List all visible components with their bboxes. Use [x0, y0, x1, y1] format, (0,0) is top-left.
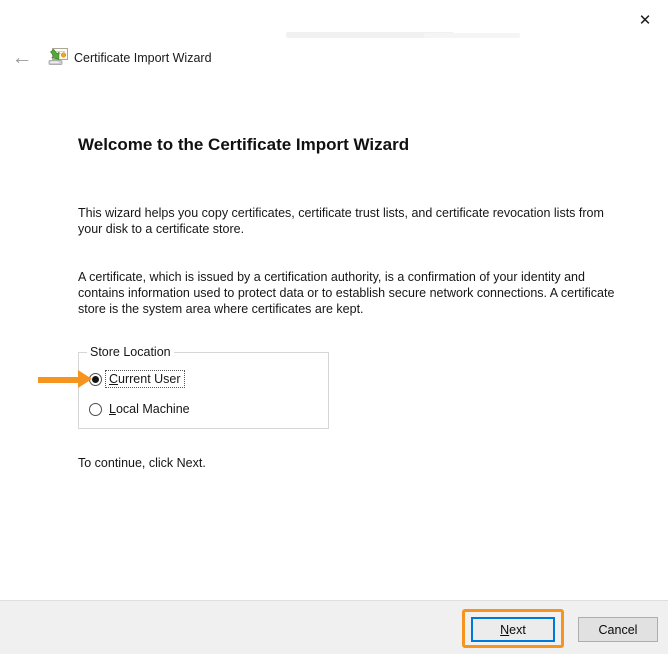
next-button[interactable]: Next [471, 617, 555, 642]
radio-unselected-icon[interactable] [89, 402, 102, 416]
orange-pointer-arrow-annotation [38, 370, 92, 389]
certificate-import-wizard-window: ✕ ← Certificate Import Wizard Welcome to… [0, 0, 668, 654]
page-heading: Welcome to the Certificate Import Wizard [78, 135, 410, 154]
erased-titlebar-artifact [424, 33, 520, 38]
radio-current-user[interactable]: Current User [89, 370, 185, 388]
continue-hint-text: To continue, click Next. [78, 456, 206, 470]
radio-local-machine[interactable]: Local Machine [89, 401, 193, 417]
arrow-shaft [38, 377, 80, 383]
certificate-import-icon [48, 46, 69, 67]
store-location-groupbox: Store Location Current User Local Machin… [78, 345, 329, 429]
radio-current-user-label[interactable]: Current User [105, 370, 185, 388]
intro-paragraph: This wizard helps you copy certificates,… [78, 206, 604, 236]
button-bar: Next Cancel [0, 600, 668, 654]
arrow-head [78, 370, 92, 388]
back-arrow-icon[interactable]: ← [8, 46, 36, 70]
cancel-button[interactable]: Cancel [578, 617, 658, 642]
close-icon[interactable]: ✕ [632, 8, 658, 32]
description-paragraph: A certificate, which is issued by a cert… [78, 270, 615, 316]
radio-local-machine-label[interactable]: Local Machine [106, 401, 193, 417]
store-location-legend: Store Location [87, 345, 174, 359]
wizard-title: Certificate Import Wizard [74, 51, 212, 65]
